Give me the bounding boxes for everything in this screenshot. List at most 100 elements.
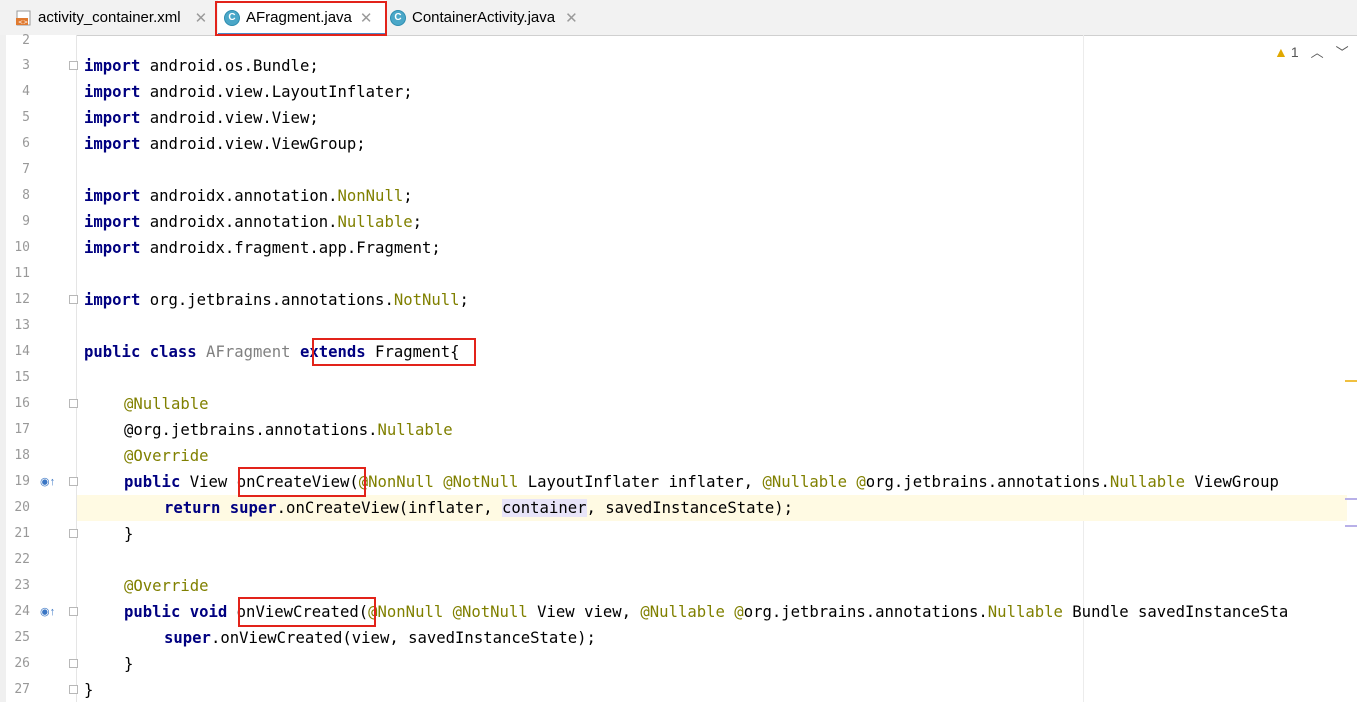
line-number: 15 bbox=[14, 370, 30, 385]
keyword: public class bbox=[84, 343, 197, 361]
code-text: } bbox=[84, 681, 94, 699]
line-number: 9 bbox=[22, 214, 30, 229]
code-text: , savedInstanceState); bbox=[586, 499, 794, 517]
line-number: 14 bbox=[14, 344, 30, 359]
line-number: 7 bbox=[22, 162, 30, 177]
override-method-icon[interactable]: ◉↑ bbox=[40, 599, 55, 625]
line-number: 16 bbox=[14, 396, 30, 411]
code-text: androidx.fragment.app.Fragment; bbox=[140, 239, 441, 257]
code-text: ViewGroup bbox=[1184, 473, 1279, 491]
fold-marker-icon[interactable] bbox=[69, 61, 78, 70]
method-name: onViewCreated bbox=[236, 603, 359, 621]
keyword: import bbox=[84, 83, 141, 101]
code-line-3: import android.os.Bundle; bbox=[84, 53, 319, 79]
annotation: Nullable bbox=[987, 603, 1063, 621]
keyword: super bbox=[164, 629, 211, 647]
keyword: public void bbox=[124, 603, 228, 621]
code-text: View bbox=[180, 473, 237, 491]
editor-tab-bar: <> activity_container.xml ✕ C AFragment.… bbox=[0, 0, 1357, 36]
fold-marker-icon[interactable] bbox=[69, 295, 78, 304]
error-stripe[interactable] bbox=[1345, 35, 1357, 702]
tab-label: ContainerActivity.java bbox=[412, 9, 556, 26]
code-text: android.os.Bundle; bbox=[140, 57, 319, 75]
keyword: import bbox=[84, 57, 141, 75]
fold-marker-icon[interactable] bbox=[69, 477, 78, 486]
code-line-4: import android.view.LayoutInflater; bbox=[84, 79, 413, 105]
annotation: @Override bbox=[124, 447, 209, 465]
close-icon[interactable]: ✕ bbox=[195, 9, 208, 27]
line-number: 22 bbox=[14, 552, 30, 567]
line-number: 13 bbox=[14, 318, 30, 333]
line-number: 25 bbox=[14, 630, 30, 645]
keyword: import bbox=[84, 135, 141, 153]
annotation: @NonNull @NotNull bbox=[358, 473, 519, 491]
code-line-9: import androidx.annotation.Nullable; bbox=[84, 209, 422, 235]
code-line-27: } bbox=[84, 677, 93, 703]
keyword: public bbox=[124, 473, 181, 491]
code-text: android.view.View; bbox=[140, 109, 319, 127]
annotation-ref: NotNull bbox=[393, 291, 460, 309]
fold-marker-icon[interactable] bbox=[69, 659, 78, 668]
code-line-6: import android.view.ViewGroup; bbox=[84, 131, 366, 157]
code-line-23: @Override bbox=[124, 573, 209, 599]
override-method-icon[interactable]: ◉↑ bbox=[40, 469, 55, 495]
code-text: androidx.annotation. bbox=[140, 187, 338, 205]
code-text: ; bbox=[412, 213, 422, 231]
code-text: ( bbox=[358, 603, 369, 621]
tab-afragment-java[interactable]: C AFragment.java ✕ bbox=[218, 0, 387, 36]
code-text: .onCreateView(inflater, bbox=[276, 499, 502, 517]
inspection-widget[interactable]: ▲ 1 ︿ ﹀ bbox=[1274, 42, 1349, 61]
fold-marker-icon[interactable] bbox=[69, 685, 78, 694]
line-number: 11 bbox=[14, 266, 30, 281]
keyword: import bbox=[84, 213, 141, 231]
code-text: Fragment{ bbox=[365, 343, 460, 361]
code-text: org.jetbrains.annotations. bbox=[865, 473, 1110, 491]
annotation: Nullable bbox=[377, 421, 453, 439]
keyword: import bbox=[84, 109, 141, 127]
class-name: AFragment bbox=[196, 343, 300, 361]
chevron-up-icon[interactable]: ︿ bbox=[1311, 42, 1324, 61]
line-number: 5 bbox=[22, 110, 30, 125]
fold-marker-icon[interactable] bbox=[69, 399, 78, 408]
annotation: @Nullable @ bbox=[762, 473, 866, 491]
line-number: 4 bbox=[22, 84, 30, 99]
code-line-10: import androidx.fragment.app.Fragment; bbox=[84, 235, 441, 261]
code-line-20: return super.onCreateView(inflater, cont… bbox=[164, 495, 793, 521]
close-icon[interactable]: ✕ bbox=[565, 9, 578, 27]
keyword: extends bbox=[299, 343, 366, 361]
usage-mark[interactable] bbox=[1345, 498, 1357, 500]
keyword: import bbox=[84, 291, 141, 309]
warning-mark[interactable] bbox=[1345, 380, 1357, 382]
code-text: Bundle savedInstanceSta bbox=[1062, 603, 1289, 621]
line-number: 3 bbox=[22, 58, 30, 73]
keyword: return super bbox=[164, 499, 277, 517]
line-number: 6 bbox=[22, 136, 30, 151]
code-text: } bbox=[124, 655, 134, 673]
annotation: @Override bbox=[124, 577, 209, 595]
java-class-icon: C bbox=[224, 9, 240, 26]
line-number: 18 bbox=[14, 448, 30, 463]
code-line-16: @Nullable bbox=[124, 391, 209, 417]
fold-marker-icon[interactable] bbox=[69, 607, 78, 616]
svg-text:<>: <> bbox=[18, 19, 28, 26]
tab-activity-container-xml[interactable]: <> activity_container.xml ✕ bbox=[16, 0, 207, 35]
code-line-25: super.onViewCreated(view, savedInstanceS… bbox=[164, 625, 596, 651]
annotation: Nullable bbox=[1109, 473, 1185, 491]
annotation: @Nullable @ bbox=[640, 603, 744, 621]
code-text: org.jetbrains.annotations. bbox=[743, 603, 988, 621]
fold-marker-icon[interactable] bbox=[69, 529, 78, 538]
code-line-24: public void onViewCreated(@NonNull @NotN… bbox=[124, 599, 1288, 625]
keyword: import bbox=[84, 187, 141, 205]
tab-containeractivity-java[interactable]: C ContainerActivity.java ✕ bbox=[390, 0, 578, 35]
warning-count: 1 bbox=[1290, 43, 1299, 60]
line-number: 26 bbox=[14, 656, 30, 671]
code-line-21: } bbox=[124, 521, 133, 547]
close-icon[interactable]: ✕ bbox=[360, 9, 373, 27]
xml-file-icon: <> bbox=[16, 10, 32, 26]
code-text: } bbox=[124, 525, 134, 543]
annotation-ref: Nullable bbox=[337, 213, 413, 231]
code-line-14: public class AFragment extends Fragment{ bbox=[84, 339, 460, 365]
usage-mark[interactable] bbox=[1345, 525, 1357, 527]
line-number: 19 bbox=[14, 474, 30, 489]
